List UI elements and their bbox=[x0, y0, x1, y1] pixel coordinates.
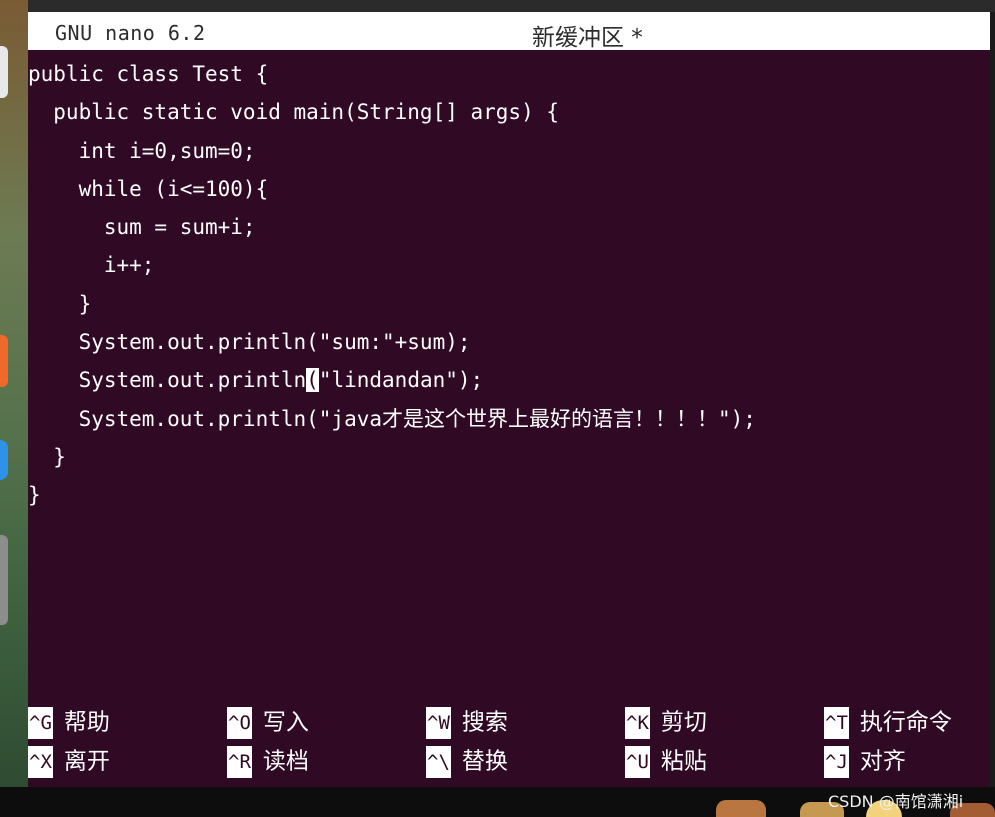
shortcut-key: ^X bbox=[28, 745, 53, 778]
shortcut-key: ^W bbox=[426, 706, 451, 739]
code-line[interactable]: sum = sum+i; bbox=[28, 208, 990, 246]
shortcut-label: 帮助 bbox=[63, 709, 110, 736]
shortcut-key: ^R bbox=[227, 745, 252, 778]
shortcut-label: 对齐 bbox=[859, 748, 906, 775]
shortcut-key: ^U bbox=[625, 745, 650, 778]
shortcut-label: 读档 bbox=[262, 748, 309, 775]
dock-app-icon[interactable] bbox=[0, 46, 8, 98]
shortcut-label: 离开 bbox=[63, 748, 110, 775]
shortcut-key: ^O bbox=[227, 706, 252, 739]
code-line[interactable]: } bbox=[28, 285, 990, 323]
code-line[interactable]: System.out.println("sum:"+sum); bbox=[28, 323, 990, 361]
shortcut-label: 粘贴 bbox=[660, 748, 707, 775]
shortcut-label: 替换 bbox=[461, 748, 508, 775]
shortcut-item[interactable]: ^R 读档 bbox=[227, 742, 309, 780]
shortcut-key: ^T bbox=[824, 706, 849, 739]
shortcut-item[interactable]: ^T 执行命令 bbox=[824, 703, 952, 741]
code-line[interactable]: int i=0,sum=0; bbox=[28, 132, 990, 170]
watermark: CSDN @南馆潇湘i bbox=[828, 792, 964, 811]
dock-app-icon[interactable] bbox=[0, 535, 8, 625]
shortcut-bar: ^G 帮助 ^O 写入 ^W 搜索 ^K 剪切 ^T 执行命令 ^X 离开 ^R 读档 ^\ 替换 ^U 粘贴 ^J… bbox=[28, 703, 990, 783]
code-line[interactable]: } bbox=[28, 476, 990, 514]
shortcut-item[interactable]: ^\ 替换 bbox=[426, 742, 508, 780]
code-line[interactable]: System.out.println("java才是这个世界上最好的语言！！！！… bbox=[28, 400, 990, 438]
shortcut-item[interactable]: ^K 剪切 bbox=[625, 703, 707, 741]
code-line[interactable]: i++; bbox=[28, 246, 990, 284]
shortcut-item[interactable]: ^G 帮助 bbox=[28, 703, 110, 741]
code-line[interactable]: public class Test { bbox=[28, 55, 990, 93]
shortcut-item[interactable]: ^U 粘贴 bbox=[625, 742, 707, 780]
shortcut-label: 执行命令 bbox=[859, 709, 952, 736]
shortcut-item[interactable]: ^J 对齐 bbox=[824, 742, 906, 780]
shortcut-label: 写入 bbox=[262, 709, 309, 736]
desktop-dock bbox=[0, 0, 28, 787]
code-line[interactable]: System.out.println("lindandan"); bbox=[28, 361, 990, 399]
desktop-top-strip bbox=[0, 0, 995, 12]
buffer-name: 新缓冲区 * bbox=[532, 25, 643, 51]
shortcut-label: 剪切 bbox=[660, 709, 707, 736]
shortcut-key: ^J bbox=[824, 745, 849, 778]
shortcut-item[interactable]: ^O 写入 bbox=[227, 703, 309, 741]
code-line[interactable]: } bbox=[28, 438, 990, 476]
terminal-window[interactable]: GNU nano 6.2 新缓冲区 * public class Test { … bbox=[28, 12, 990, 787]
shortcut-item[interactable]: ^X 离开 bbox=[28, 742, 110, 780]
code-line[interactable]: while (i<=100){ bbox=[28, 170, 990, 208]
shortcut-key: ^\ bbox=[426, 745, 451, 778]
dock-app-icon[interactable] bbox=[0, 335, 8, 387]
shortcut-label: 搜索 bbox=[461, 709, 508, 736]
dock-app-icon[interactable] bbox=[0, 440, 8, 480]
nano-title-bar: GNU nano 6.2 新缓冲区 * bbox=[28, 12, 990, 51]
decorative-sticker bbox=[716, 800, 766, 817]
text-cursor: ( bbox=[306, 368, 319, 393]
shortcut-item[interactable]: ^W 搜索 bbox=[426, 703, 508, 741]
shortcut-key: ^G bbox=[28, 706, 53, 739]
code-line[interactable]: public static void main(String[] args) { bbox=[28, 93, 990, 131]
shortcut-key: ^K bbox=[625, 706, 650, 739]
editor-text-area[interactable]: public class Test { public static void m… bbox=[28, 55, 990, 595]
nano-version-label: GNU nano 6.2 bbox=[55, 21, 206, 45]
